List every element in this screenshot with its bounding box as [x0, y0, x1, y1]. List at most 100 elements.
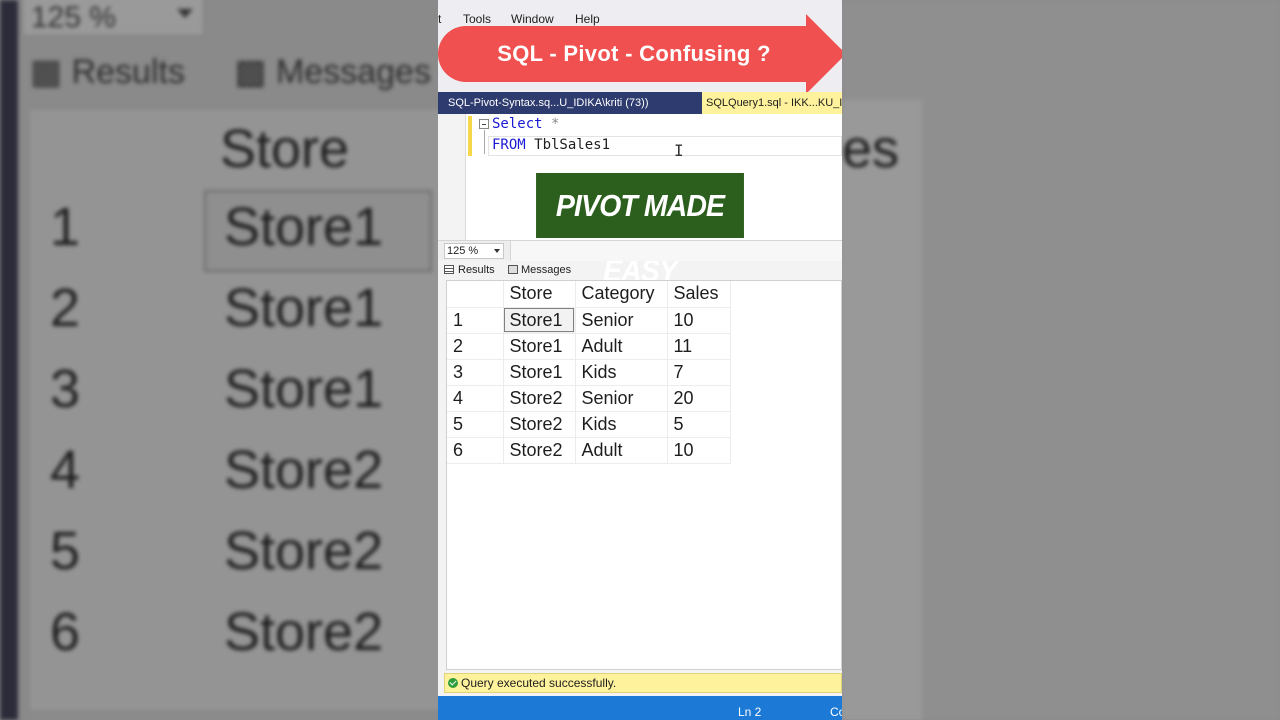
background-row-number: 4: [50, 440, 81, 500]
tab-results-label: Results: [458, 264, 495, 276]
background-results-label: Results: [71, 53, 185, 91]
line-indicator: Ln 2: [738, 705, 762, 719]
background-row-number: 2: [50, 278, 81, 338]
store-cell[interactable]: Store1: [503, 333, 576, 360]
success-check-icon: [448, 678, 458, 688]
fold-guide-line: [484, 130, 485, 154]
row-number-cell[interactable]: 5: [447, 411, 504, 438]
background-store-cell: Store2: [224, 440, 384, 500]
sales-cell[interactable]: 5: [667, 411, 731, 438]
row-number-header: [447, 281, 504, 308]
category-cell[interactable]: Kids: [575, 411, 668, 438]
query-status-bar: Query executed successfully.: [444, 673, 842, 693]
messages-icon: [508, 265, 518, 274]
chevron-down-icon: [494, 249, 500, 253]
category-cell[interactable]: Senior: [575, 385, 668, 412]
collapse-icon[interactable]: [479, 119, 489, 129]
row-number-cell[interactable]: 1: [447, 307, 504, 334]
results-table: Store Category Sales 1 Store1 Senior 10 2 Sto…: [447, 281, 731, 464]
category-cell[interactable]: Adult: [575, 437, 668, 464]
background-result-tabs: ▦ Results ▩ Messages: [30, 52, 471, 102]
background-right-column: [842, 100, 922, 720]
editor-gutter: [438, 114, 466, 240]
banner-text: SQL - Pivot - Confusing ?: [497, 41, 771, 66]
column-header-sales[interactable]: Sales: [667, 281, 731, 308]
menu-item-window[interactable]: Window: [511, 12, 554, 26]
background-store-cell: Store2: [224, 521, 384, 581]
pivot-made-easy-badge: PIVOT MADE EASY: [536, 173, 744, 288]
background-row-number: 1: [50, 197, 81, 257]
background-messages-label: Messages: [275, 53, 431, 91]
category-cell[interactable]: Kids: [575, 359, 668, 386]
tab-results[interactable]: Results: [444, 262, 495, 278]
background-store-cell: Store1: [224, 359, 384, 419]
change-marker: [468, 116, 472, 156]
zoom-select[interactable]: 125 %: [444, 243, 504, 259]
header-row: Store Category Sales: [447, 281, 731, 308]
table-row[interactable]: 3 Store1 Kids 7: [447, 359, 731, 386]
table-row[interactable]: 2 Store1 Adult 11: [447, 333, 731, 360]
code-line-1: Select *: [492, 116, 559, 132]
row-number-cell[interactable]: 6: [447, 437, 504, 464]
grid-icon: [444, 265, 454, 274]
document-tabs: SQL-Pivot-Syntax.sq...U_IDIKA\kriti (73)…: [438, 92, 842, 114]
background-zoom-value: 125 %: [31, 1, 117, 34]
chevron-down-icon: [177, 9, 193, 18]
code-line-2: FROM TblSales1: [492, 137, 610, 153]
menu-item-tools[interactable]: Tools: [463, 12, 491, 26]
sales-cell[interactable]: 7: [667, 359, 731, 386]
table-row[interactable]: 4 Store2 Senior 20: [447, 385, 731, 412]
store-cell[interactable]: Store1: [503, 307, 576, 334]
store-cell[interactable]: Store2: [503, 385, 576, 412]
background-right-panel: es: [842, 0, 1280, 720]
background-dark-strip: [0, 0, 18, 720]
row-number-cell[interactable]: 4: [447, 385, 504, 412]
row-number-cell[interactable]: 2: [447, 333, 504, 360]
video-frame: 125 % ▦ Results ▩ Messages Store 1 Store1…: [0, 0, 1280, 720]
table-row[interactable]: 5 Store2 Kids 5: [447, 411, 731, 438]
background-zoom-box: 125 %: [22, 0, 204, 36]
status-message: Query executed successfully.: [461, 676, 617, 690]
tab-sql-pivot-syntax[interactable]: SQL-Pivot-Syntax.sq...U_IDIKA\kriti (73)…: [438, 92, 700, 114]
select-star: *: [542, 116, 560, 132]
results-rows: 1 Store1 Senior 10 2 Store1 Adult 11 3 Store1 Kids…: [447, 307, 731, 464]
sales-cell[interactable]: 20: [667, 385, 731, 412]
menu-item-insert[interactable]: t: [438, 12, 441, 26]
store-cell[interactable]: Store2: [503, 437, 576, 464]
background-row-number: 6: [50, 602, 81, 662]
tab-messages-label: Messages: [521, 264, 572, 276]
column-header-category[interactable]: Category: [575, 281, 668, 308]
background-store-cell: Store1: [224, 197, 384, 257]
background-results-tab: ▦ Results: [30, 53, 185, 91]
column-indicator: Co: [830, 705, 842, 719]
store-cell[interactable]: Store2: [503, 411, 576, 438]
zoom-bar: 125 %: [438, 240, 842, 261]
ssms-window: t Tools Window Help SQL - Pivot - Confus…: [438, 0, 842, 720]
category-cell[interactable]: Senior: [575, 307, 668, 334]
sales-cell[interactable]: 10: [667, 307, 731, 334]
background-store-cell: Store1: [224, 278, 384, 338]
sales-cell[interactable]: 11: [667, 333, 731, 360]
keyword-from: FROM: [492, 137, 526, 153]
tab-messages[interactable]: Messages: [508, 262, 571, 278]
zoom-value: 125 %: [447, 245, 479, 257]
row-number-cell[interactable]: 3: [447, 359, 504, 386]
table-identifier: TblSales1: [525, 137, 611, 153]
text-cursor-icon: I: [674, 141, 684, 160]
sales-cell[interactable]: 10: [667, 437, 731, 464]
background-row-number: 3: [50, 359, 81, 419]
background-header-store: Store: [220, 119, 350, 179]
horizontal-scrollbar[interactable]: [510, 241, 842, 261]
menu-item-help[interactable]: Help: [575, 12, 600, 26]
table-row[interactable]: 6 Store2 Adult 10: [447, 437, 731, 464]
background-store-cell: Store2: [224, 602, 384, 662]
results-grid: Store Category Sales 1 Store1 Senior 10 2 Sto…: [446, 280, 842, 670]
tab-sqlquery1[interactable]: SQLQuery1.sql - IKK...KU_I: [702, 92, 842, 114]
keyword-select: Select: [492, 116, 543, 132]
background-row-number: 5: [50, 521, 81, 581]
background-messages-tab: ▩ Messages: [234, 53, 431, 91]
table-row[interactable]: 1 Store1 Senior 10: [447, 307, 731, 334]
category-cell[interactable]: Adult: [575, 333, 668, 360]
column-header-store[interactable]: Store: [503, 281, 576, 308]
store-cell[interactable]: Store1: [503, 359, 576, 386]
